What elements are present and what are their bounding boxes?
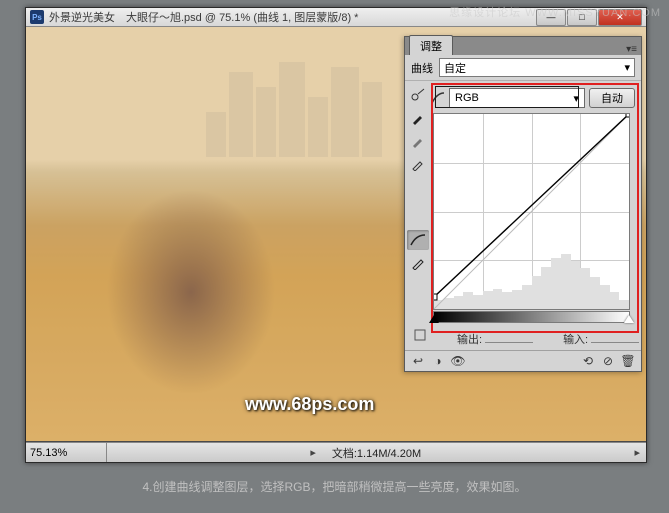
channel-select[interactable]: RGB ▾: [449, 88, 585, 108]
white-eyedropper-icon[interactable]: [407, 154, 429, 174]
dropdown-arrow-icon: ▾: [624, 61, 630, 74]
previous-state-icon[interactable]: ⟲: [579, 353, 597, 369]
preset-row: 曲线 自定 ▾: [405, 55, 641, 81]
curve-point-tool[interactable]: [407, 230, 429, 250]
channel-value: RGB: [455, 92, 479, 104]
panel-tabbar: 调整 ▾≡: [405, 37, 641, 55]
curve-line: [434, 114, 629, 309]
eye-icon[interactable]: 👁: [449, 353, 467, 369]
white-point-slider[interactable]: [624, 315, 634, 323]
input-label: 输入:: [563, 334, 588, 346]
output-value[interactable]: [485, 328, 533, 343]
black-point-slider[interactable]: [429, 315, 439, 323]
output-label: 输出:: [457, 334, 482, 346]
curves-graph[interactable]: [433, 113, 630, 310]
watermark-center: www.68ps.com: [245, 394, 374, 415]
curve-tools-column: [405, 81, 431, 323]
gray-eyedropper-icon[interactable]: [407, 131, 429, 151]
adjustments-panel: 调整 ▾≡ 曲线 自定 ▾: [404, 36, 642, 372]
curves-label: 曲线: [411, 60, 433, 76]
preset-select[interactable]: 自定 ▾: [439, 58, 635, 77]
chevron-icon[interactable]: ▸: [310, 446, 316, 459]
black-eyedropper-icon[interactable]: [407, 108, 429, 128]
output-input-row: 输出: 输入:: [405, 323, 641, 350]
app-icon: Ps: [30, 10, 44, 24]
watermark-top: 思缘设计论坛 WWW.MISSYUAN.COM: [449, 4, 661, 20]
panel-body: RGB ▾ 自动: [405, 81, 641, 323]
input-value[interactable]: [591, 328, 639, 343]
document-size: 文档:1.14M/4.20M: [322, 445, 431, 461]
channel-icon: [431, 91, 445, 105]
clip-warning-icon[interactable]: [413, 328, 427, 342]
channel-row: RGB ▾ 自动: [431, 88, 635, 108]
target-adjust-tool[interactable]: [407, 85, 429, 105]
return-icon[interactable]: ↩: [409, 353, 427, 369]
curve-pencil-tool[interactable]: [407, 253, 429, 273]
panel-footer: ↩ ◑ 👁 ⟲ ⊘ 🗑: [405, 350, 641, 371]
adjustments-tab[interactable]: 调整: [409, 35, 453, 55]
dropdown-arrow-icon: ▾: [573, 92, 579, 105]
chevron-right-icon[interactable]: ▸: [634, 446, 640, 459]
input-gradient[interactable]: [433, 311, 630, 323]
statusbar: 75.13% ▸ 文档:1.14M/4.20M ▸: [26, 442, 646, 462]
caption-text: 4.创建曲线调整图层，选择RGB，把暗部稍微提高一些亮度，效果如图。: [0, 478, 669, 495]
toggle-layer-icon[interactable]: ◑: [429, 353, 447, 369]
preset-value: 自定: [444, 60, 466, 76]
trash-icon[interactable]: 🗑: [619, 353, 637, 369]
curves-editor: RGB ▾ 自动: [431, 81, 641, 323]
reset-icon[interactable]: ⊘: [599, 353, 617, 369]
zoom-level[interactable]: 75.13%: [26, 443, 107, 462]
auto-button[interactable]: 自动: [589, 88, 635, 108]
panel-menu-icon[interactable]: ▾≡: [626, 44, 637, 55]
